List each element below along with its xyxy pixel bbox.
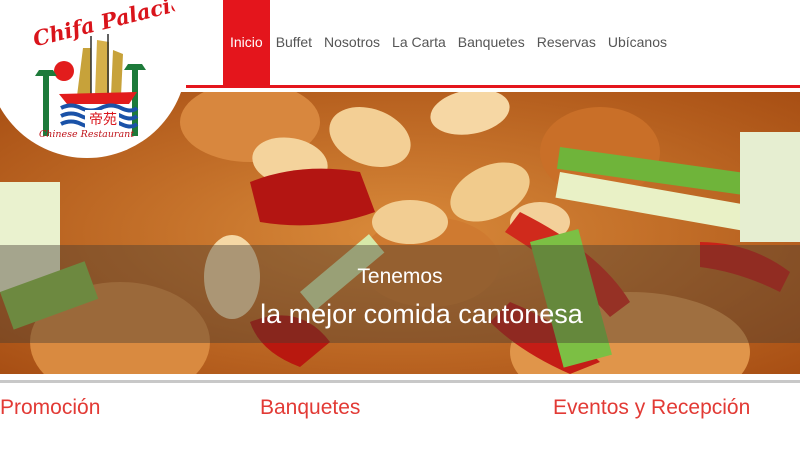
section-promocion[interactable]: Promoción: [0, 396, 100, 420]
logo-subtitle: Chinese Restaurant: [39, 129, 135, 140]
header-divider: [186, 85, 800, 88]
section-banquetes[interactable]: Banquetes: [260, 396, 360, 420]
main-nav: Inicio Buffet Nosotros La Carta Banquete…: [223, 0, 673, 86]
nav-la-carta[interactable]: La Carta: [386, 0, 452, 86]
hero-tagline-small: Tenemos: [357, 265, 443, 288]
section-eventos[interactable]: Eventos y Recepción: [553, 396, 750, 420]
hero-tagline-large: la mejor comida cantonesa: [260, 299, 583, 329]
section-divider: [0, 380, 800, 383]
nav-inicio[interactable]: Inicio: [223, 0, 270, 86]
nav-banquetes[interactable]: Banquetes: [452, 0, 531, 86]
nav-nosotros[interactable]: Nosotros: [318, 0, 386, 86]
nav-buffet[interactable]: Buffet: [270, 0, 318, 86]
logo-chinese-text: 帝苑: [89, 112, 117, 128]
logo[interactable]: Chifa Palacio 帝苑 Chinese Restaurant: [0, 0, 187, 158]
nav-ubicanos[interactable]: Ubícanos: [602, 0, 673, 86]
nav-reservas[interactable]: Reservas: [531, 0, 602, 86]
